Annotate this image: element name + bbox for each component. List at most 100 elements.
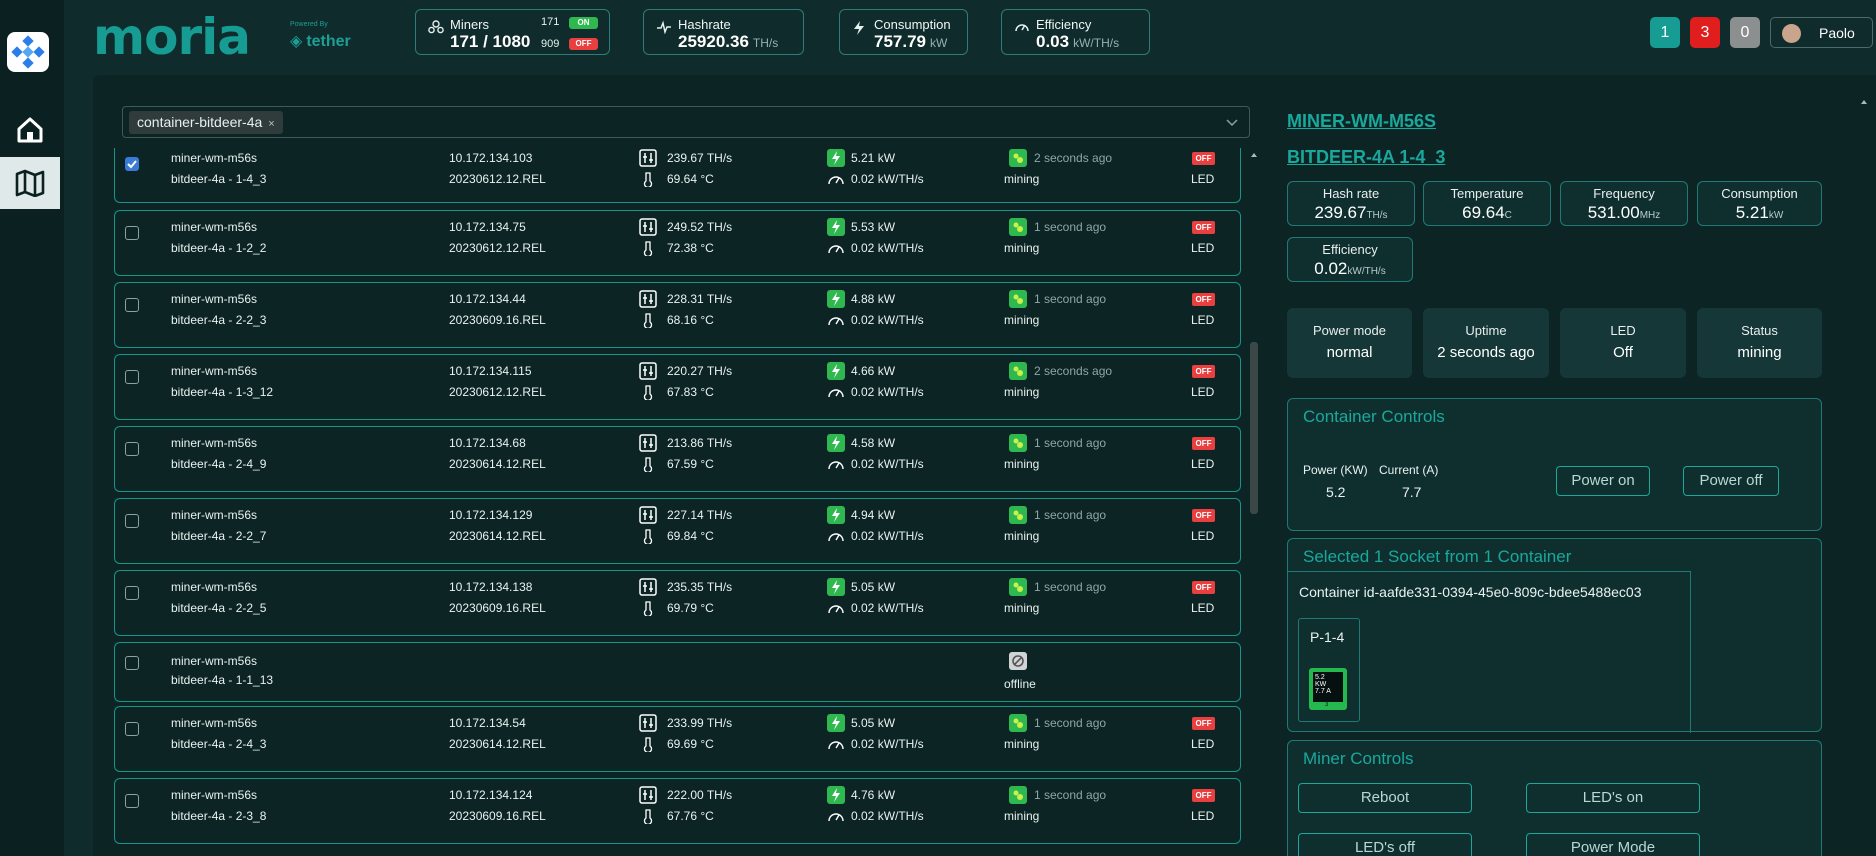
row-checkbox[interactable] <box>125 298 139 312</box>
list-scroll-thumb[interactable] <box>1250 342 1258 514</box>
row-checkbox[interactable] <box>125 157 139 171</box>
detail-title-position[interactable]: BITDEER-4A 1-4_3 <box>1287 147 1445 168</box>
consumption-stat-card: Consumption 757.79 kW <box>839 9 968 55</box>
chip-close-icon[interactable]: × <box>268 118 274 130</box>
error-count-badge[interactable]: 3 <box>1690 17 1720 48</box>
row-checkbox[interactable] <box>125 514 139 528</box>
container-filter-select[interactable]: container-bitdeer-4a × <box>122 106 1250 138</box>
miner-position: bitdeer-4a - 1-3_12 <box>171 385 274 399</box>
info-power-mode: Power mode normal <box>1287 308 1412 378</box>
neutral-count-badge[interactable]: 0 <box>1730 17 1760 48</box>
efficiency-gauge-icon <box>828 317 844 326</box>
app-logo-icon[interactable] <box>7 32 49 72</box>
power-off-tag[interactable]: OFF <box>1192 581 1215 594</box>
side-rail <box>0 0 64 856</box>
miner-last-seen: 2 seconds ago <box>1034 364 1113 378</box>
row-checkbox[interactable] <box>125 586 139 600</box>
power-off-tag[interactable]: OFF <box>1192 293 1215 306</box>
power-icon <box>827 714 845 732</box>
detail-scrollbar[interactable] <box>1858 95 1870 856</box>
led-label[interactable]: LED <box>1191 601 1214 615</box>
led-label[interactable]: LED <box>1191 737 1214 751</box>
miner-position: bitdeer-4a - 2-2_5 <box>171 601 267 615</box>
power-off-tag[interactable]: OFF <box>1192 152 1215 165</box>
info-label: Uptime <box>1465 323 1507 338</box>
reboot-button[interactable]: Reboot <box>1298 783 1472 813</box>
power-off-button[interactable]: Power off <box>1683 466 1779 496</box>
miner-hashrate: 228.31 TH/s <box>667 292 733 306</box>
leds-on-button[interactable]: LED's on <box>1526 783 1700 813</box>
container-id: Container id-aafde331-0394-45e0-809c-bde… <box>1299 584 1642 600</box>
metric-temperature: Temperature 69.64C <box>1423 181 1551 226</box>
power-icon <box>827 506 845 524</box>
info-count-badge[interactable]: 1 <box>1650 17 1680 48</box>
led-label[interactable]: LED <box>1191 529 1214 543</box>
miner-power: 5.21 kW <box>851 151 896 165</box>
chevron-down-icon[interactable] <box>1225 113 1239 131</box>
power-off-tag[interactable]: OFF <box>1192 221 1215 234</box>
status-icon <box>1009 714 1027 732</box>
row-checkbox[interactable] <box>125 442 139 456</box>
detail-title-model[interactable]: MINER-WM-M56S <box>1287 111 1436 132</box>
status-icon <box>1009 149 1027 167</box>
miner-row[interactable]: miner-wm-m56s bitdeer-4a - 2-2_7 10.172.13… <box>114 498 1241 564</box>
home-nav-button[interactable] <box>0 104 60 156</box>
led-label[interactable]: LED <box>1191 172 1214 186</box>
map-nav-button[interactable] <box>0 157 60 209</box>
miner-model: miner-wm-m56s <box>171 788 258 802</box>
power-off-tag[interactable]: OFF <box>1192 365 1215 378</box>
row-checkbox[interactable] <box>125 226 139 240</box>
current-label: Current (A) <box>1379 463 1439 477</box>
miner-status: mining <box>1004 601 1040 615</box>
miner-row[interactable]: miner-wm-m56s bitdeer-4a - 2-4_9 10.172.13… <box>114 426 1241 492</box>
row-checkbox[interactable] <box>125 794 139 808</box>
miner-position: bitdeer-4a - 1-4_3 <box>171 172 267 186</box>
power-mode-button[interactable]: Power Mode <box>1526 833 1700 856</box>
miner-model: miner-wm-m56s <box>171 151 258 165</box>
socket-card[interactable]: P-1-4 5.2 KW 7.7 A 3 <box>1298 618 1360 722</box>
miner-last-seen: 2 seconds ago <box>1034 151 1113 165</box>
miners-off-count: 909 <box>541 38 560 50</box>
row-checkbox[interactable] <box>125 656 139 670</box>
leds-off-button[interactable]: LED's off <box>1298 833 1472 856</box>
power-on-button[interactable]: Power on <box>1556 466 1650 496</box>
power-off-tag[interactable]: OFF <box>1192 789 1215 802</box>
led-label[interactable]: LED <box>1191 457 1214 471</box>
section-title: Miner Controls <box>1303 749 1414 768</box>
led-label[interactable]: LED <box>1191 313 1214 327</box>
miner-efficiency: 0.02 kW/TH/s <box>851 385 924 399</box>
power-off-tag[interactable]: OFF <box>1192 437 1215 450</box>
row-checkbox[interactable] <box>125 370 139 384</box>
miner-hashrate: 222.00 TH/s <box>667 788 733 802</box>
bolt-icon <box>854 21 864 35</box>
row-checkbox[interactable] <box>125 722 139 736</box>
metric-value: 0.02 <box>1314 259 1348 278</box>
miners-stat-card: Miners 171 / 1080 171 ON 909 OFF <box>415 9 610 55</box>
miner-last-seen: 1 second ago <box>1034 292 1107 306</box>
info-label: Status <box>1741 323 1778 338</box>
led-label[interactable]: LED <box>1191 241 1214 255</box>
miner-row[interactable]: miner-wm-m56s bitdeer-4a - 2-4_3 10.172.13… <box>114 706 1241 772</box>
socket-number: 3 <box>1325 702 1329 708</box>
miner-row[interactable]: miner-wm-m56s bitdeer-4a - 1-4_3 10.172.13… <box>114 148 1241 203</box>
miner-row[interactable]: miner-wm-m56s bitdeer-4a - 2-2_3 10.172.13… <box>114 282 1241 348</box>
container-controls: Container Controls Power (KW) 5.2 Curren… <box>1287 398 1822 531</box>
miner-row[interactable]: miner-wm-m56s bitdeer-4a - 2-3_8 10.172.13… <box>114 778 1241 844</box>
section-title: Container Controls <box>1303 407 1445 426</box>
miner-temperature: 67.83 °C <box>667 385 714 399</box>
power-off-tag[interactable]: OFF <box>1192 509 1215 522</box>
filter-chip[interactable]: container-bitdeer-4a × <box>129 111 283 134</box>
metric-label: Frequency <box>1593 186 1655 201</box>
led-label[interactable]: LED <box>1191 385 1214 399</box>
miner-row[interactable]: miner-wm-m56s bitdeer-4a - 1-3_12 10.172.1… <box>114 354 1241 420</box>
user-menu-button[interactable]: Paolo <box>1770 17 1873 48</box>
power-off-tag[interactable]: OFF <box>1192 717 1215 730</box>
socket-tile[interactable]: 5.2 KW 7.7 A 3 <box>1309 668 1347 710</box>
hashrate-icon <box>639 362 657 380</box>
miner-row[interactable]: miner-wm-m56s bitdeer-4a - 2-2_5 10.172.13… <box>114 570 1241 636</box>
miner-list: miner-wm-m56s bitdeer-4a - 1-4_3 10.172.13… <box>114 148 1254 856</box>
miner-row[interactable]: miner-wm-m56s bitdeer-4a - 1-1_13 offline <box>114 642 1241 702</box>
miner-row[interactable]: miner-wm-m56s bitdeer-4a - 1-2_2 10.172.13… <box>114 210 1241 276</box>
socket-selection: Selected 1 Socket from 1 Container Conta… <box>1287 538 1822 733</box>
led-label[interactable]: LED <box>1191 809 1214 823</box>
